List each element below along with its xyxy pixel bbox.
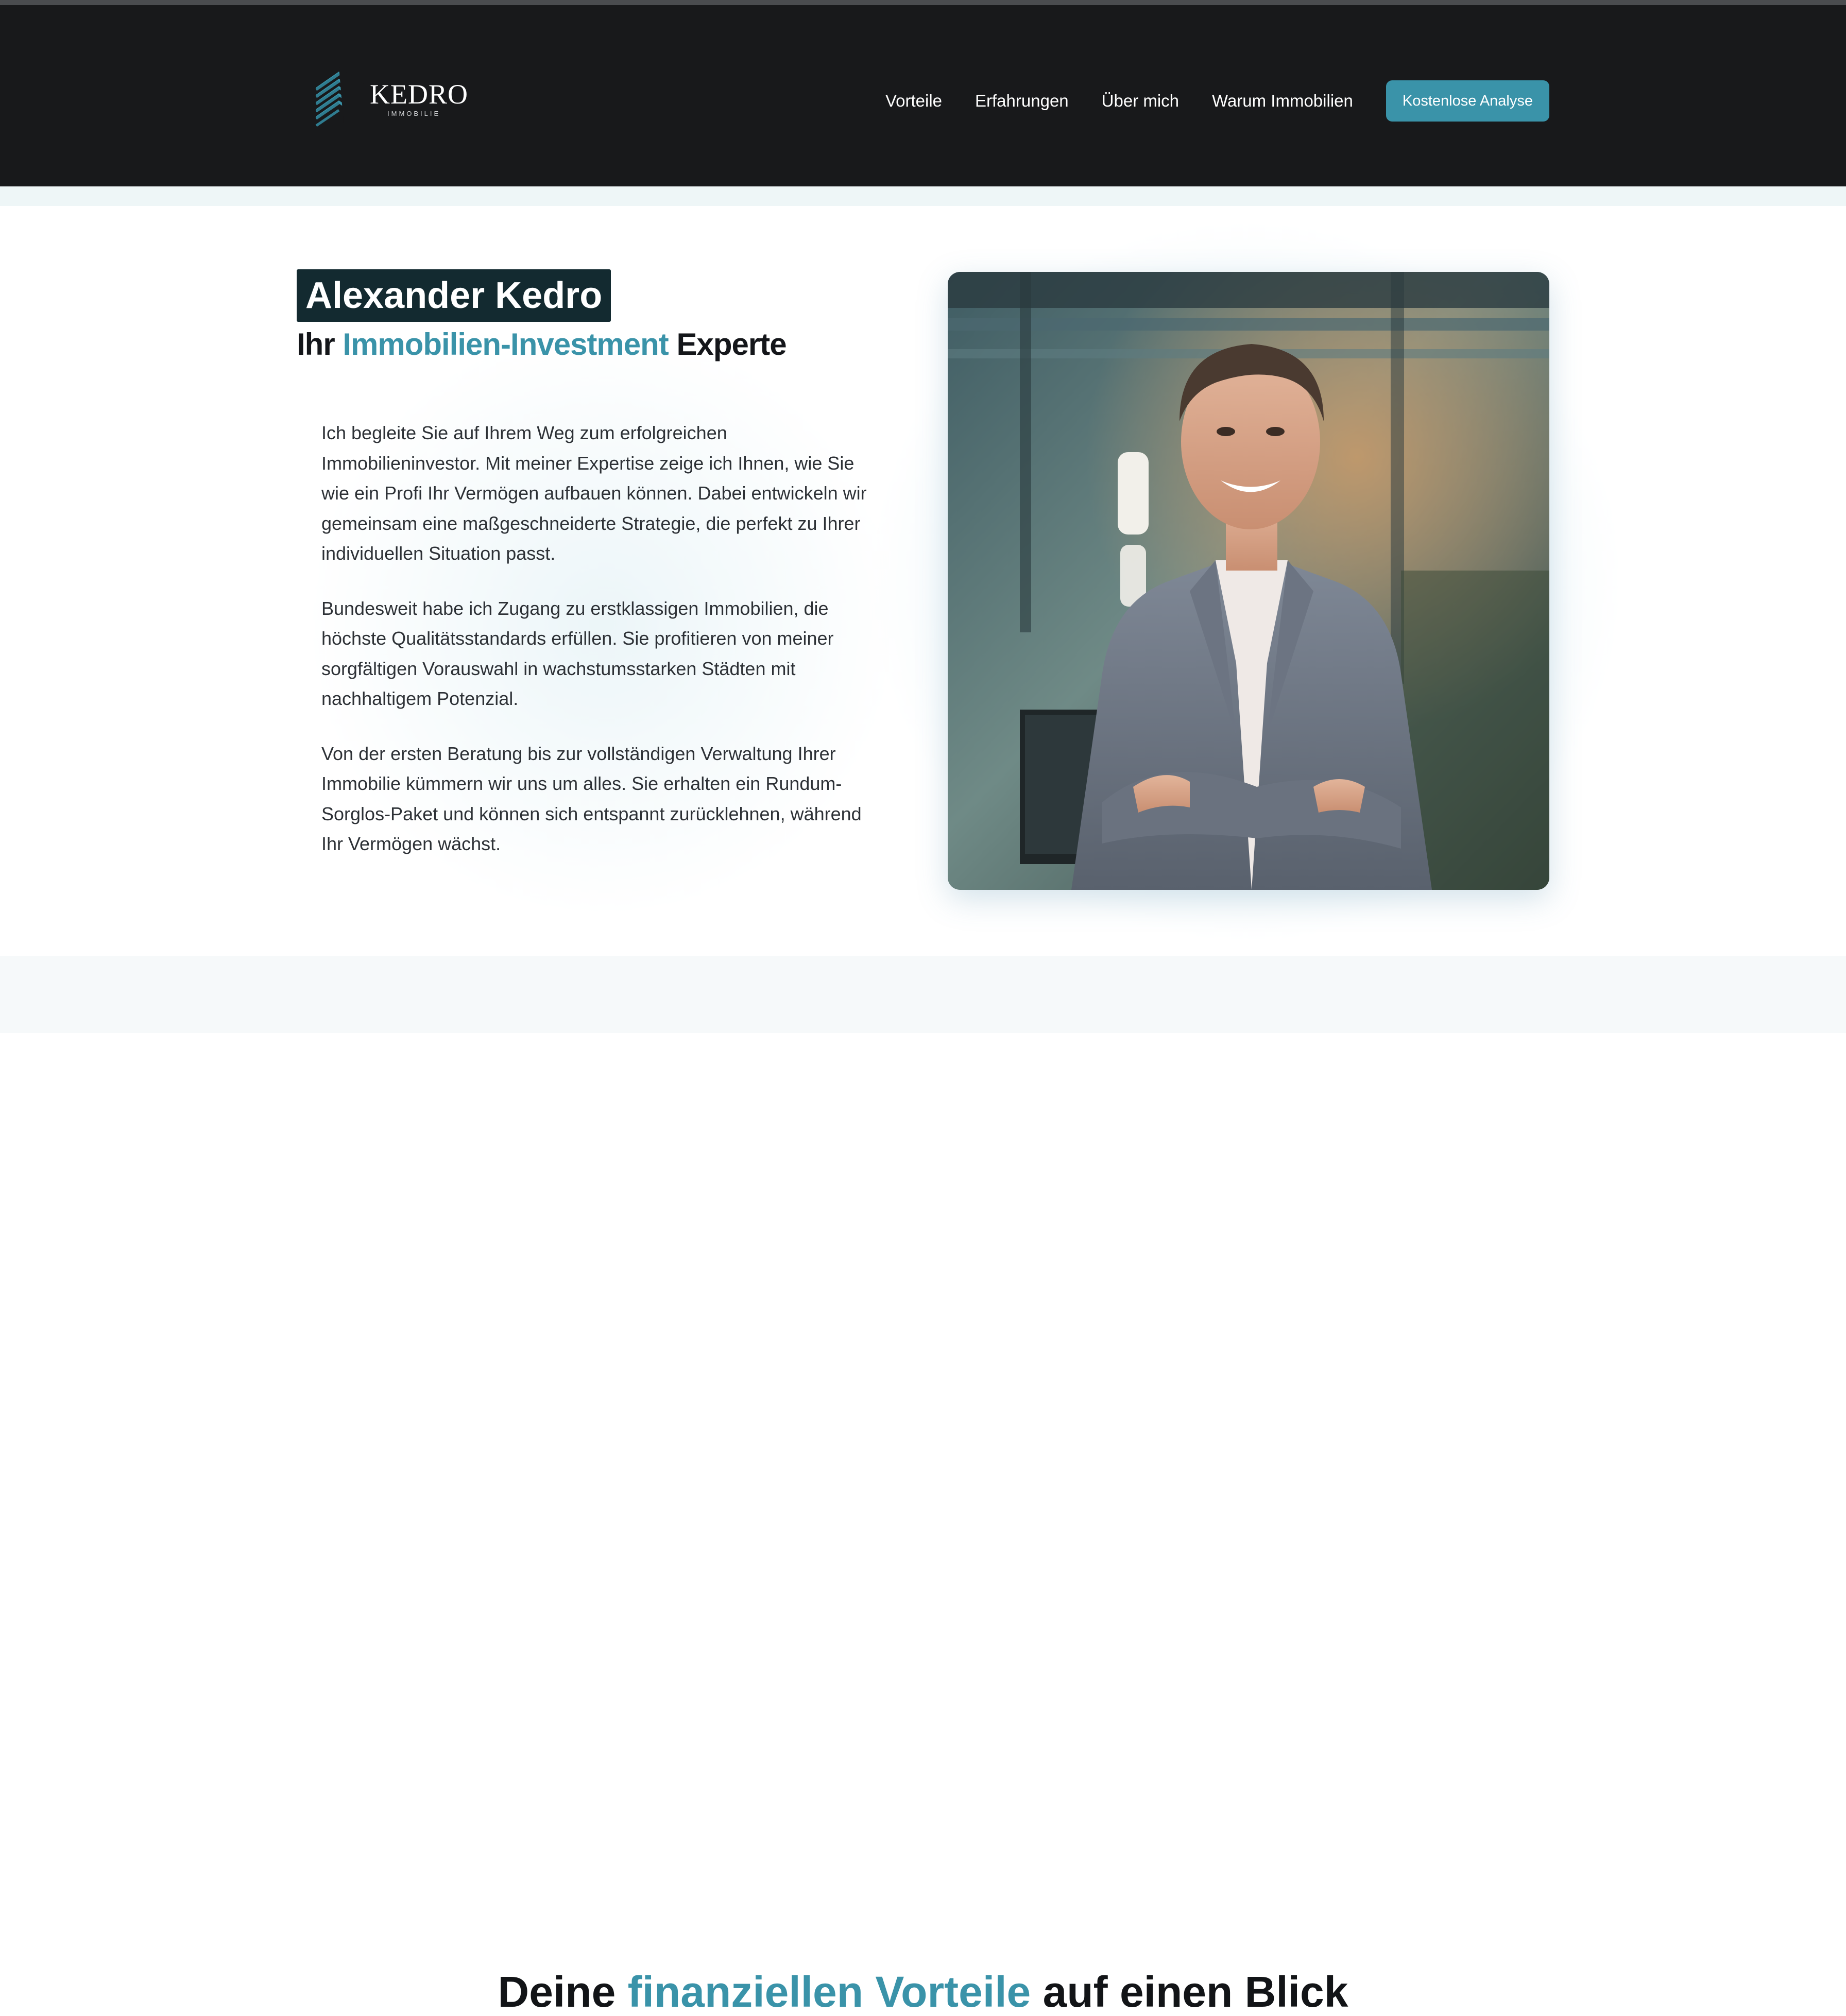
subtitle-accent: Immobilien-Investment: [343, 327, 669, 361]
benefits-section-preview: Deine finanziellen Vorteile auf einen Bl…: [0, 956, 1846, 2013]
logo-icon: [312, 67, 366, 129]
nav-link-ueber-mich[interactable]: Über mich: [1102, 91, 1179, 111]
nav-link-warum-immobilien[interactable]: Warum Immobilien: [1212, 91, 1353, 111]
hero-body-text: Ich begleite Sie auf Ihrem Weg zum erfol…: [321, 418, 883, 884]
hero-paragraph-3: Von der ersten Beratung bis zur vollstän…: [321, 743, 862, 855]
cta-analysis-button[interactable]: Kostenlose Analyse: [1386, 80, 1549, 122]
benefits-heading: Deine finanziellen Vorteile auf einen Bl…: [0, 1970, 1846, 2013]
benefits-heading-suffix: auf einen Blick: [1031, 1968, 1348, 2016]
benefits-heading-prefix: Deine: [498, 1968, 628, 2016]
logo-subtext: IMMOBILIE: [387, 110, 441, 117]
main-nav: Vorteile Erfahrungen Über mich Warum Imm…: [885, 80, 1549, 122]
subtitle-suffix: Experte: [668, 327, 787, 361]
hero-paragraph-2: Bundesweit habe ich Zugang zu erstklassi…: [321, 597, 834, 710]
nav-link-erfahrungen[interactable]: Erfahrungen: [975, 91, 1069, 111]
browser-top-line: [0, 0, 1846, 5]
name-highlight: Alexander Kedro: [297, 269, 611, 322]
portrait-photo: [948, 272, 1549, 890]
hero-subtitle: Ihr Immobilien-Investment Experte: [297, 326, 787, 362]
subtitle-prefix: Ihr: [297, 327, 343, 361]
nav-link-vorteile[interactable]: Vorteile: [885, 91, 942, 111]
benefits-heading-accent: finanziellen Vorteile: [627, 1968, 1031, 2016]
hero-paragraph-1: Ich begleite Sie auf Ihrem Weg zum erfol…: [321, 422, 867, 564]
logo-text: KEDRO: [370, 79, 468, 110]
logo[interactable]: KEDRO IMMOBILIE: [312, 67, 468, 129]
person-name: Alexander Kedro: [305, 275, 603, 316]
portrait-illustration: [948, 272, 1549, 890]
navbar: KEDRO IMMOBILIE Vorteile Erfahrungen Übe…: [0, 5, 1846, 186]
